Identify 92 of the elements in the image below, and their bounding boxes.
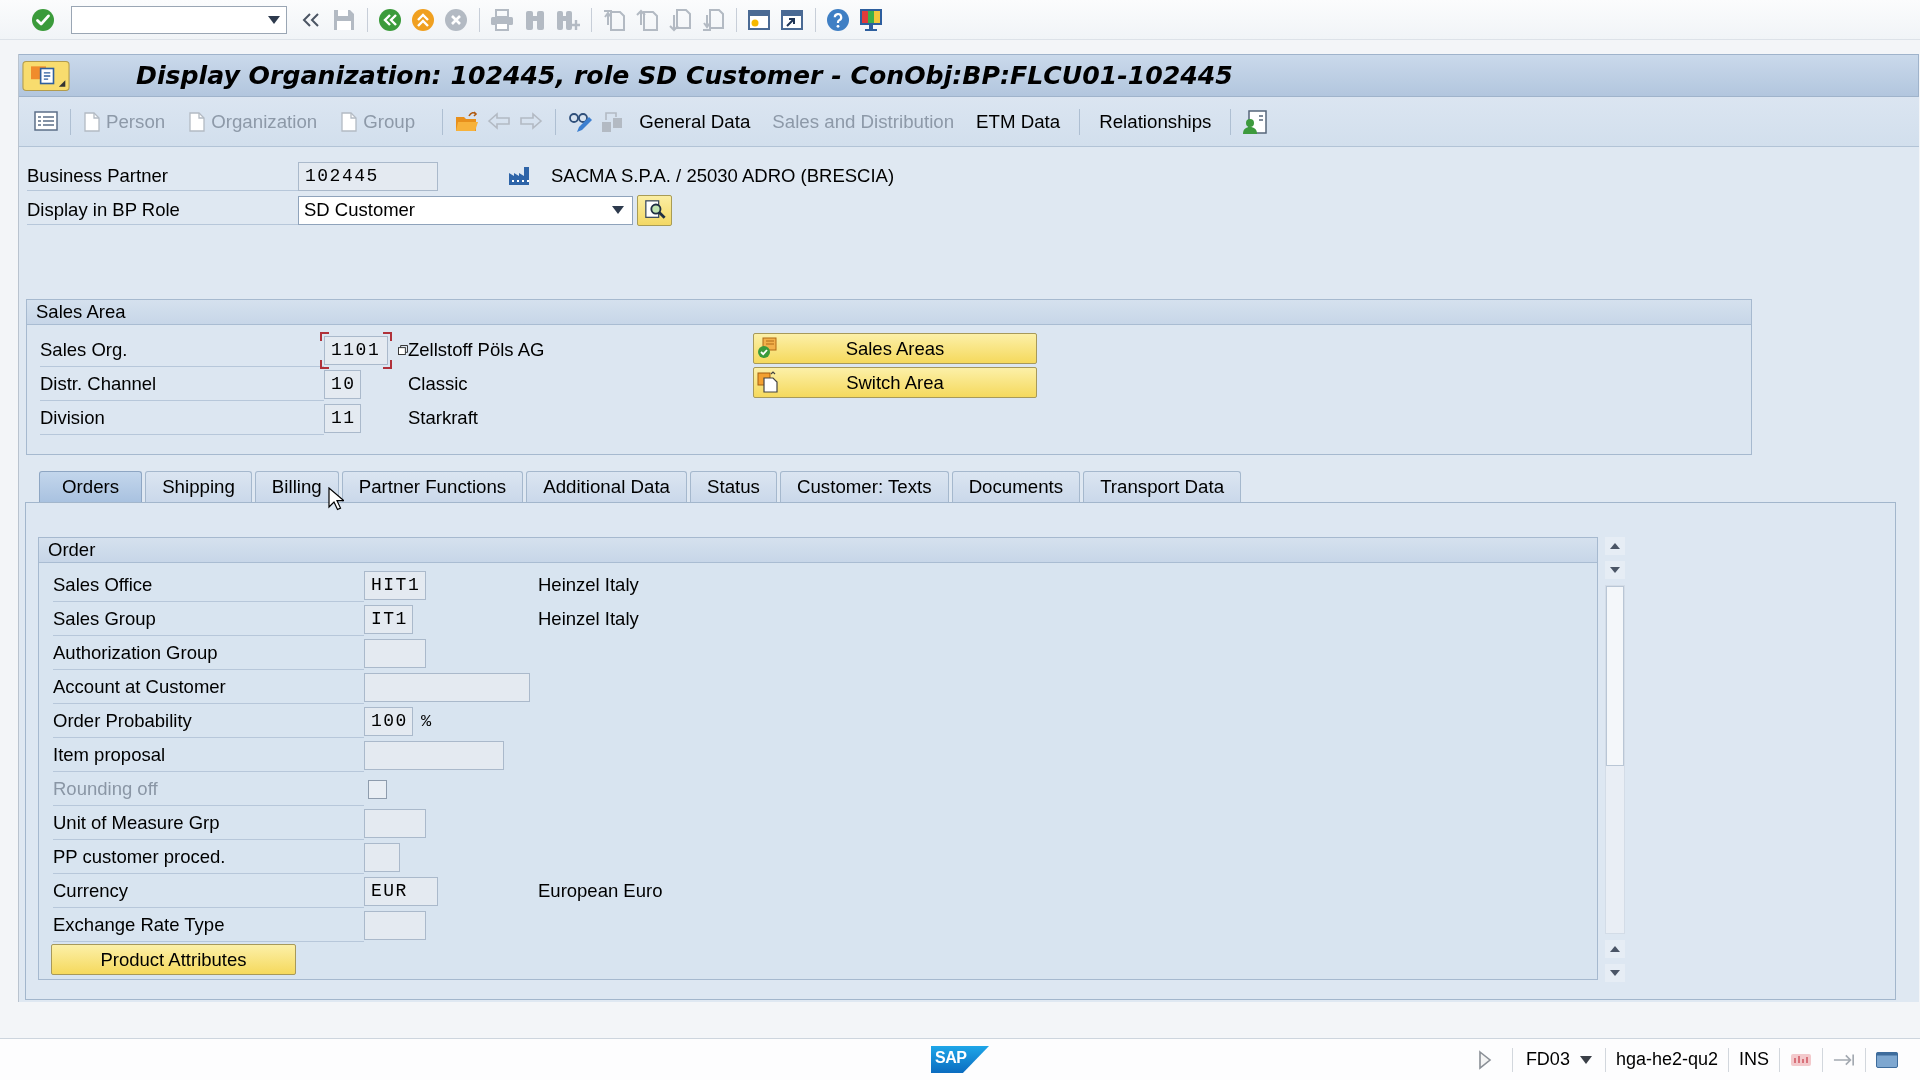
tab[interactable]: Billing <box>254 471 339 502</box>
field-description: Starkraft <box>408 407 478 429</box>
field-label: PP customer proced. <box>53 845 226 868</box>
field-description: Heinzel Italy <box>538 608 639 630</box>
system-menu-icon[interactable] <box>22 60 70 91</box>
role-dropdown[interactable]: SD Customer <box>298 195 633 225</box>
input-field[interactable]: 1101 <box>320 331 392 369</box>
document-icon <box>84 111 100 132</box>
input-field[interactable]: IT1 <box>364 604 413 634</box>
play-icon[interactable] <box>1477 1049 1492 1070</box>
input-field[interactable] <box>364 638 426 668</box>
bar-chart-icon <box>1790 1051 1812 1068</box>
transaction-dropdown[interactable]: FD03 <box>1522 1047 1595 1072</box>
input-field[interactable] <box>364 808 426 838</box>
field-label: Display in BP Role <box>27 198 180 221</box>
input-field[interactable] <box>364 910 426 940</box>
sales-areas-button[interactable]: Sales Areas <box>753 333 1037 364</box>
tab[interactable]: Status <box>689 471 777 502</box>
unit-label: % <box>421 711 432 731</box>
tab[interactable]: Transport Data <box>1083 471 1242 502</box>
caret-icon[interactable] <box>1579 1055 1592 1064</box>
field-label: Distr. Channel <box>40 372 157 395</box>
list-icon[interactable] <box>34 109 58 134</box>
input-field[interactable]: 102445 <box>298 161 438 191</box>
view-button[interactable]: Relationships <box>1088 107 1223 136</box>
field-description: European Euro <box>538 880 663 902</box>
field-label: Rounding off <box>53 777 158 800</box>
input-field[interactable]: 11 <box>324 403 361 433</box>
copy-icon[interactable] <box>398 343 408 357</box>
field-description: Classic <box>408 373 468 395</box>
field-label: Business Partner <box>27 164 168 187</box>
person-card-icon[interactable] <box>1243 109 1268 134</box>
question-mark-icon[interactable] <box>826 7 850 32</box>
tab[interactable]: Additional Data <box>526 471 687 502</box>
document-swap-icon <box>757 371 779 393</box>
caret-icon[interactable] <box>268 15 280 24</box>
product-attributes-button[interactable]: Product Attributes <box>51 944 296 975</box>
input-field[interactable]: HIT1 <box>364 570 426 600</box>
window-icon[interactable] <box>1876 1051 1898 1068</box>
window-title: Display Organization: 102445, role SD Customer - ConObj:BP:FLCU01-102445 <box>136 61 1233 90</box>
field-label: Account at Customer <box>53 675 226 698</box>
scroll-down-icon[interactable] <box>1605 561 1625 579</box>
field-label: Order Probability <box>53 709 192 732</box>
input-field[interactable]: 10 <box>324 369 361 399</box>
field-label: Authorization Group <box>53 641 218 664</box>
field-label: Item proposal <box>53 743 166 766</box>
checkmark-icon[interactable] <box>31 7 55 32</box>
scrollbar-thumb[interactable] <box>1606 586 1624 766</box>
mouse-pointer-icon <box>328 487 344 511</box>
field-label: Unit of Measure Grp <box>53 811 220 834</box>
partner-description: SACMA S.P.A. / 25030 ADRO (BRESCIA) <box>551 165 895 187</box>
monitor-icon[interactable] <box>859 7 883 32</box>
view-button[interactable]: General Data <box>628 107 762 136</box>
group-title: Order <box>48 539 96 561</box>
search-icon <box>643 199 666 221</box>
field-label: Sales Org. <box>40 338 128 361</box>
tab[interactable]: Orders <box>39 471 143 502</box>
scroll-up-icon[interactable] <box>1605 537 1625 555</box>
field-label: Currency <box>53 879 129 902</box>
document-icon <box>189 111 206 132</box>
input-field[interactable] <box>364 672 530 702</box>
input-field[interactable]: EUR <box>364 876 438 906</box>
double-left-chevron-icon[interactable] <box>378 7 402 32</box>
tab[interactable]: Documents <box>951 471 1081 502</box>
view-button[interactable]: ETM Data <box>965 107 1072 136</box>
tab[interactable]: Partner Functions <box>341 471 524 502</box>
scrollbar-track[interactable] <box>1605 585 1625 934</box>
logo: SAP <box>931 1046 989 1073</box>
group-title: Sales Area <box>36 301 126 323</box>
field-label: Exchange Rate Type <box>53 913 225 936</box>
server-name: hga-he2-qu2 <box>1615 1049 1718 1070</box>
input-field[interactable]: 100 <box>364 706 413 736</box>
input-field[interactable] <box>364 740 504 770</box>
field-label: Sales Group <box>53 607 156 630</box>
input-field[interactable] <box>364 842 400 872</box>
switch-area-button[interactable]: Switch Area <box>753 367 1037 398</box>
tab[interactable]: Shipping <box>145 471 252 502</box>
command-field[interactable] <box>71 5 287 34</box>
folder-icon[interactable] <box>455 109 480 134</box>
search-button[interactable] <box>637 194 672 226</box>
field-label: Sales Office <box>53 573 153 596</box>
field-label: Division <box>40 406 105 429</box>
field-description: Heinzel Italy <box>538 574 639 596</box>
scroll-down-icon[interactable] <box>1605 964 1625 982</box>
scroll-up-icon[interactable] <box>1605 940 1625 958</box>
document-check-icon <box>757 337 779 359</box>
caret-icon[interactable] <box>612 206 624 214</box>
document-icon <box>341 111 358 132</box>
tab[interactable]: Customer: Texts <box>779 471 949 502</box>
field-description: Zellstoff Pöls AG <box>408 339 545 361</box>
double-up-chevron-icon[interactable] <box>411 7 435 32</box>
input-mode: INS <box>1739 1049 1769 1070</box>
